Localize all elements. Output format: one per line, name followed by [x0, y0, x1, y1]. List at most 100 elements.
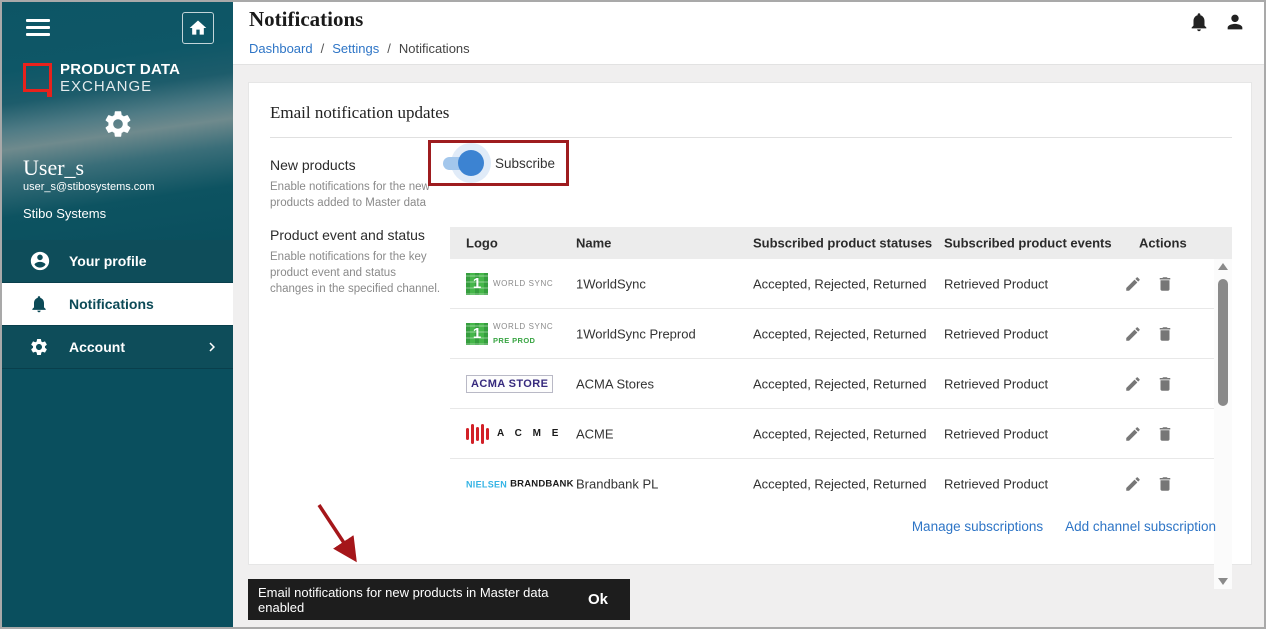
breadcrumb-settings[interactable]: Settings [332, 41, 379, 56]
delete-icon[interactable] [1156, 425, 1174, 443]
sidebar: PRODUCT DATA EXCHANGE User_s user_s@stib… [2, 2, 233, 629]
subscriptions-table: Logo Name Subscribed product statuses Su… [450, 227, 1232, 509]
app-window: PRODUCT DATA EXCHANGE User_s user_s@stib… [0, 0, 1266, 629]
sidebar-item-label: Account [69, 339, 125, 355]
edit-icon[interactable] [1124, 325, 1142, 343]
subscribed-statuses: Accepted, Rejected, Returned [753, 276, 926, 291]
channel-logo-1worldsync: 1 WORLD SYNC [466, 273, 566, 295]
breadcrumb: Dashboard / Settings / Notifications [249, 41, 470, 56]
column-statuses: Subscribed product statuses [753, 236, 932, 251]
subscribed-events: Retrieved Product [944, 326, 1048, 341]
logo-text: WORLD SYNC [493, 322, 553, 331]
scroll-down-icon[interactable] [1218, 578, 1228, 585]
page-title: Notifications [249, 7, 363, 32]
channel-name: Brandbank PL [576, 477, 658, 492]
toast-notification: Email notifications for new products in … [248, 579, 630, 620]
column-name: Name [576, 236, 611, 251]
subscribed-statuses: Accepted, Rejected, Returned [753, 326, 926, 341]
brand-logo: PRODUCT DATA EXCHANGE [23, 61, 180, 95]
sidebar-nav: Your profile Notifications Account [2, 240, 233, 369]
product-event-label: Product event and status [270, 227, 425, 243]
delete-icon[interactable] [1156, 325, 1174, 343]
divider [270, 137, 1232, 138]
sidebar-item-label: Notifications [69, 296, 154, 312]
email-notification-card: Email notification updates New products … [248, 82, 1252, 565]
channel-name: ACME [576, 426, 614, 441]
user-email: user_s@stibosystems.com [23, 181, 155, 193]
subscribe-toggle[interactable]: Subscribe [439, 145, 555, 181]
breadcrumb-dashboard[interactable]: Dashboard [249, 41, 313, 56]
subscribed-events: Retrieved Product [944, 376, 1048, 391]
logo-text: BRANDBANK [510, 479, 574, 490]
hamburger-menu-icon[interactable] [26, 19, 50, 39]
add-channel-subscription-link[interactable]: Add channel subscription [1065, 519, 1216, 534]
table-row: 1 WORLD SYNC 1WorldSync Accepted, Reject… [450, 259, 1232, 309]
channel-logo-brandbank: NIELSEN BRANDBANK [466, 479, 566, 490]
table-header: Logo Name Subscribed product statuses Su… [450, 227, 1232, 259]
scroll-up-icon[interactable] [1218, 263, 1228, 270]
user-profile-icon[interactable] [1224, 11, 1246, 33]
column-logo: Logo [466, 236, 498, 251]
delete-icon[interactable] [1156, 475, 1174, 493]
home-icon [188, 18, 208, 38]
sidebar-item-label: Your profile [69, 253, 147, 269]
table-row: A C M E ACME Accepted, Rejected, Returne… [450, 409, 1232, 459]
subscribed-statuses: Accepted, Rejected, Returned [753, 426, 926, 441]
home-button[interactable] [182, 12, 214, 44]
logo-text: ACMA STORE [466, 375, 553, 393]
breadcrumb-separator: / [387, 41, 391, 56]
edit-icon[interactable] [1124, 275, 1142, 293]
page-header: Notifications Dashboard / Settings / Not… [233, 2, 1266, 65]
gear-icon [29, 337, 51, 357]
table-row: ACMA STORE ACMA Stores Accepted, Rejecte… [450, 359, 1232, 409]
chevron-right-icon [203, 338, 221, 356]
channel-name: 1WorldSync Preprod [576, 326, 696, 341]
channel-name: ACMA Stores [576, 376, 654, 391]
worldsync-mark-icon: 1 [466, 273, 488, 295]
delete-icon[interactable] [1156, 275, 1174, 293]
logo-subtext: PRE PROD [493, 336, 535, 345]
breadcrumb-separator: / [321, 41, 325, 56]
user-name: User_s [23, 155, 84, 181]
subscribed-events: Retrieved Product [944, 477, 1048, 492]
delete-icon[interactable] [1156, 375, 1174, 393]
toast-message: Email notifications for new products in … [258, 585, 588, 615]
edit-icon[interactable] [1124, 375, 1142, 393]
edit-icon[interactable] [1124, 425, 1142, 443]
product-event-description: Enable notifications for the key product… [270, 249, 442, 297]
new-products-label: New products [270, 157, 356, 173]
subscribed-statuses: Accepted, Rejected, Returned [753, 376, 926, 391]
channel-logo-acme: A C M E [466, 424, 566, 444]
manage-subscriptions-link[interactable]: Manage subscriptions [912, 519, 1043, 534]
brand-line1: PRODUCT DATA [60, 61, 180, 78]
breadcrumb-current: Notifications [399, 41, 470, 56]
toggle-label: Subscribe [495, 156, 555, 171]
notifications-bell-icon[interactable] [1188, 11, 1210, 33]
logo-text: WORLD SYNC [493, 279, 553, 288]
logo-text: NIELSEN [466, 479, 507, 489]
channel-logo-acma: ACMA STORE [466, 375, 566, 393]
sidebar-item-account[interactable]: Account [2, 326, 233, 369]
channel-logo-1worldsync-preprod: 1 WORLD SYNC PRE PROD [466, 322, 566, 346]
subscribed-events: Retrieved Product [944, 276, 1048, 291]
edit-icon[interactable] [1124, 475, 1142, 493]
card-title: Email notification updates [270, 103, 449, 123]
column-actions: Actions [1139, 236, 1187, 251]
brand-line2: EXCHANGE [60, 78, 180, 95]
brand-red-square-icon [23, 63, 52, 92]
subscribed-statuses: Accepted, Rejected, Returned [753, 477, 926, 492]
user-company: Stibo Systems [23, 206, 106, 221]
sidebar-item-notifications[interactable]: Notifications [2, 283, 233, 326]
table-row: 1 WORLD SYNC PRE PROD 1WorldSync Preprod… [450, 309, 1232, 359]
new-products-description: Enable notifications for the new product… [270, 179, 442, 211]
acme-bars-icon [466, 424, 489, 444]
table-row: NIELSEN BRANDBANK Brandbank PL Accepted,… [450, 459, 1232, 509]
table-scrollbar[interactable] [1214, 259, 1232, 589]
scrollbar-thumb[interactable] [1218, 279, 1228, 406]
sidebar-item-your-profile[interactable]: Your profile [2, 240, 233, 283]
worldsync-mark-icon: 1 [466, 323, 488, 345]
column-events: Subscribed product events [944, 236, 1112, 251]
toggle-knob [458, 150, 484, 176]
toast-ok-button[interactable]: Ok [588, 591, 608, 608]
logo-text: A C M E [497, 428, 562, 439]
